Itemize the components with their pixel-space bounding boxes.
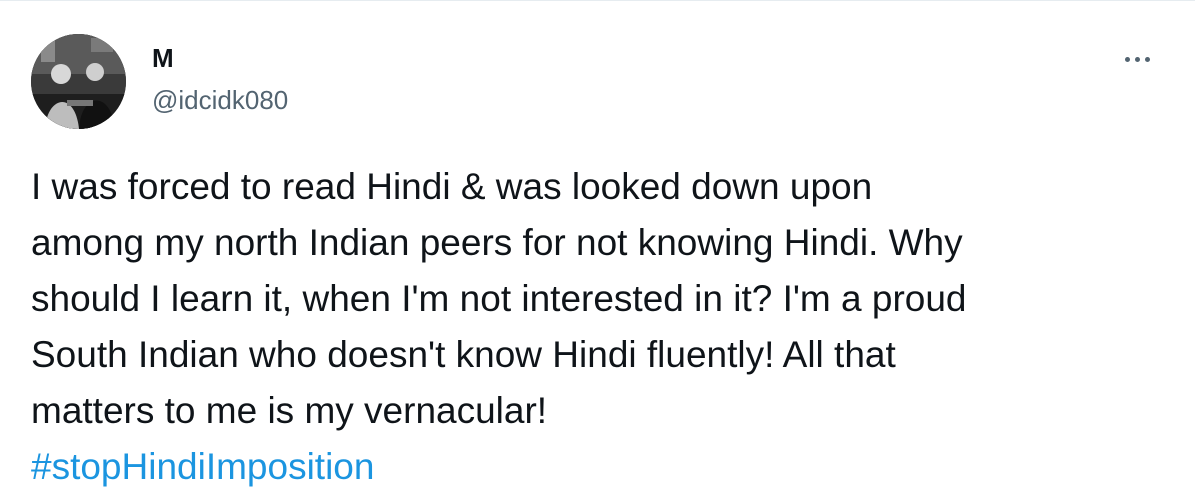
more-horizontal-icon xyxy=(1124,56,1130,62)
more-horizontal-icon-dot xyxy=(1144,56,1150,62)
more-options-button[interactable] xyxy=(1112,41,1162,77)
author-handle[interactable]: @idcidk080 xyxy=(152,85,288,115)
tweet-text: I was forced to read Hindi & was looked … xyxy=(31,166,967,431)
avatar-photo xyxy=(31,34,126,129)
avatar[interactable] xyxy=(31,34,126,129)
tweet-card: M @idcidk080 I was forced to read Hindi … xyxy=(0,0,1195,504)
author-display-name[interactable]: M xyxy=(152,43,174,73)
more-horizontal-icon-dot xyxy=(1134,56,1140,62)
hashtag-link[interactable]: #stopHindiImposition xyxy=(31,439,374,495)
